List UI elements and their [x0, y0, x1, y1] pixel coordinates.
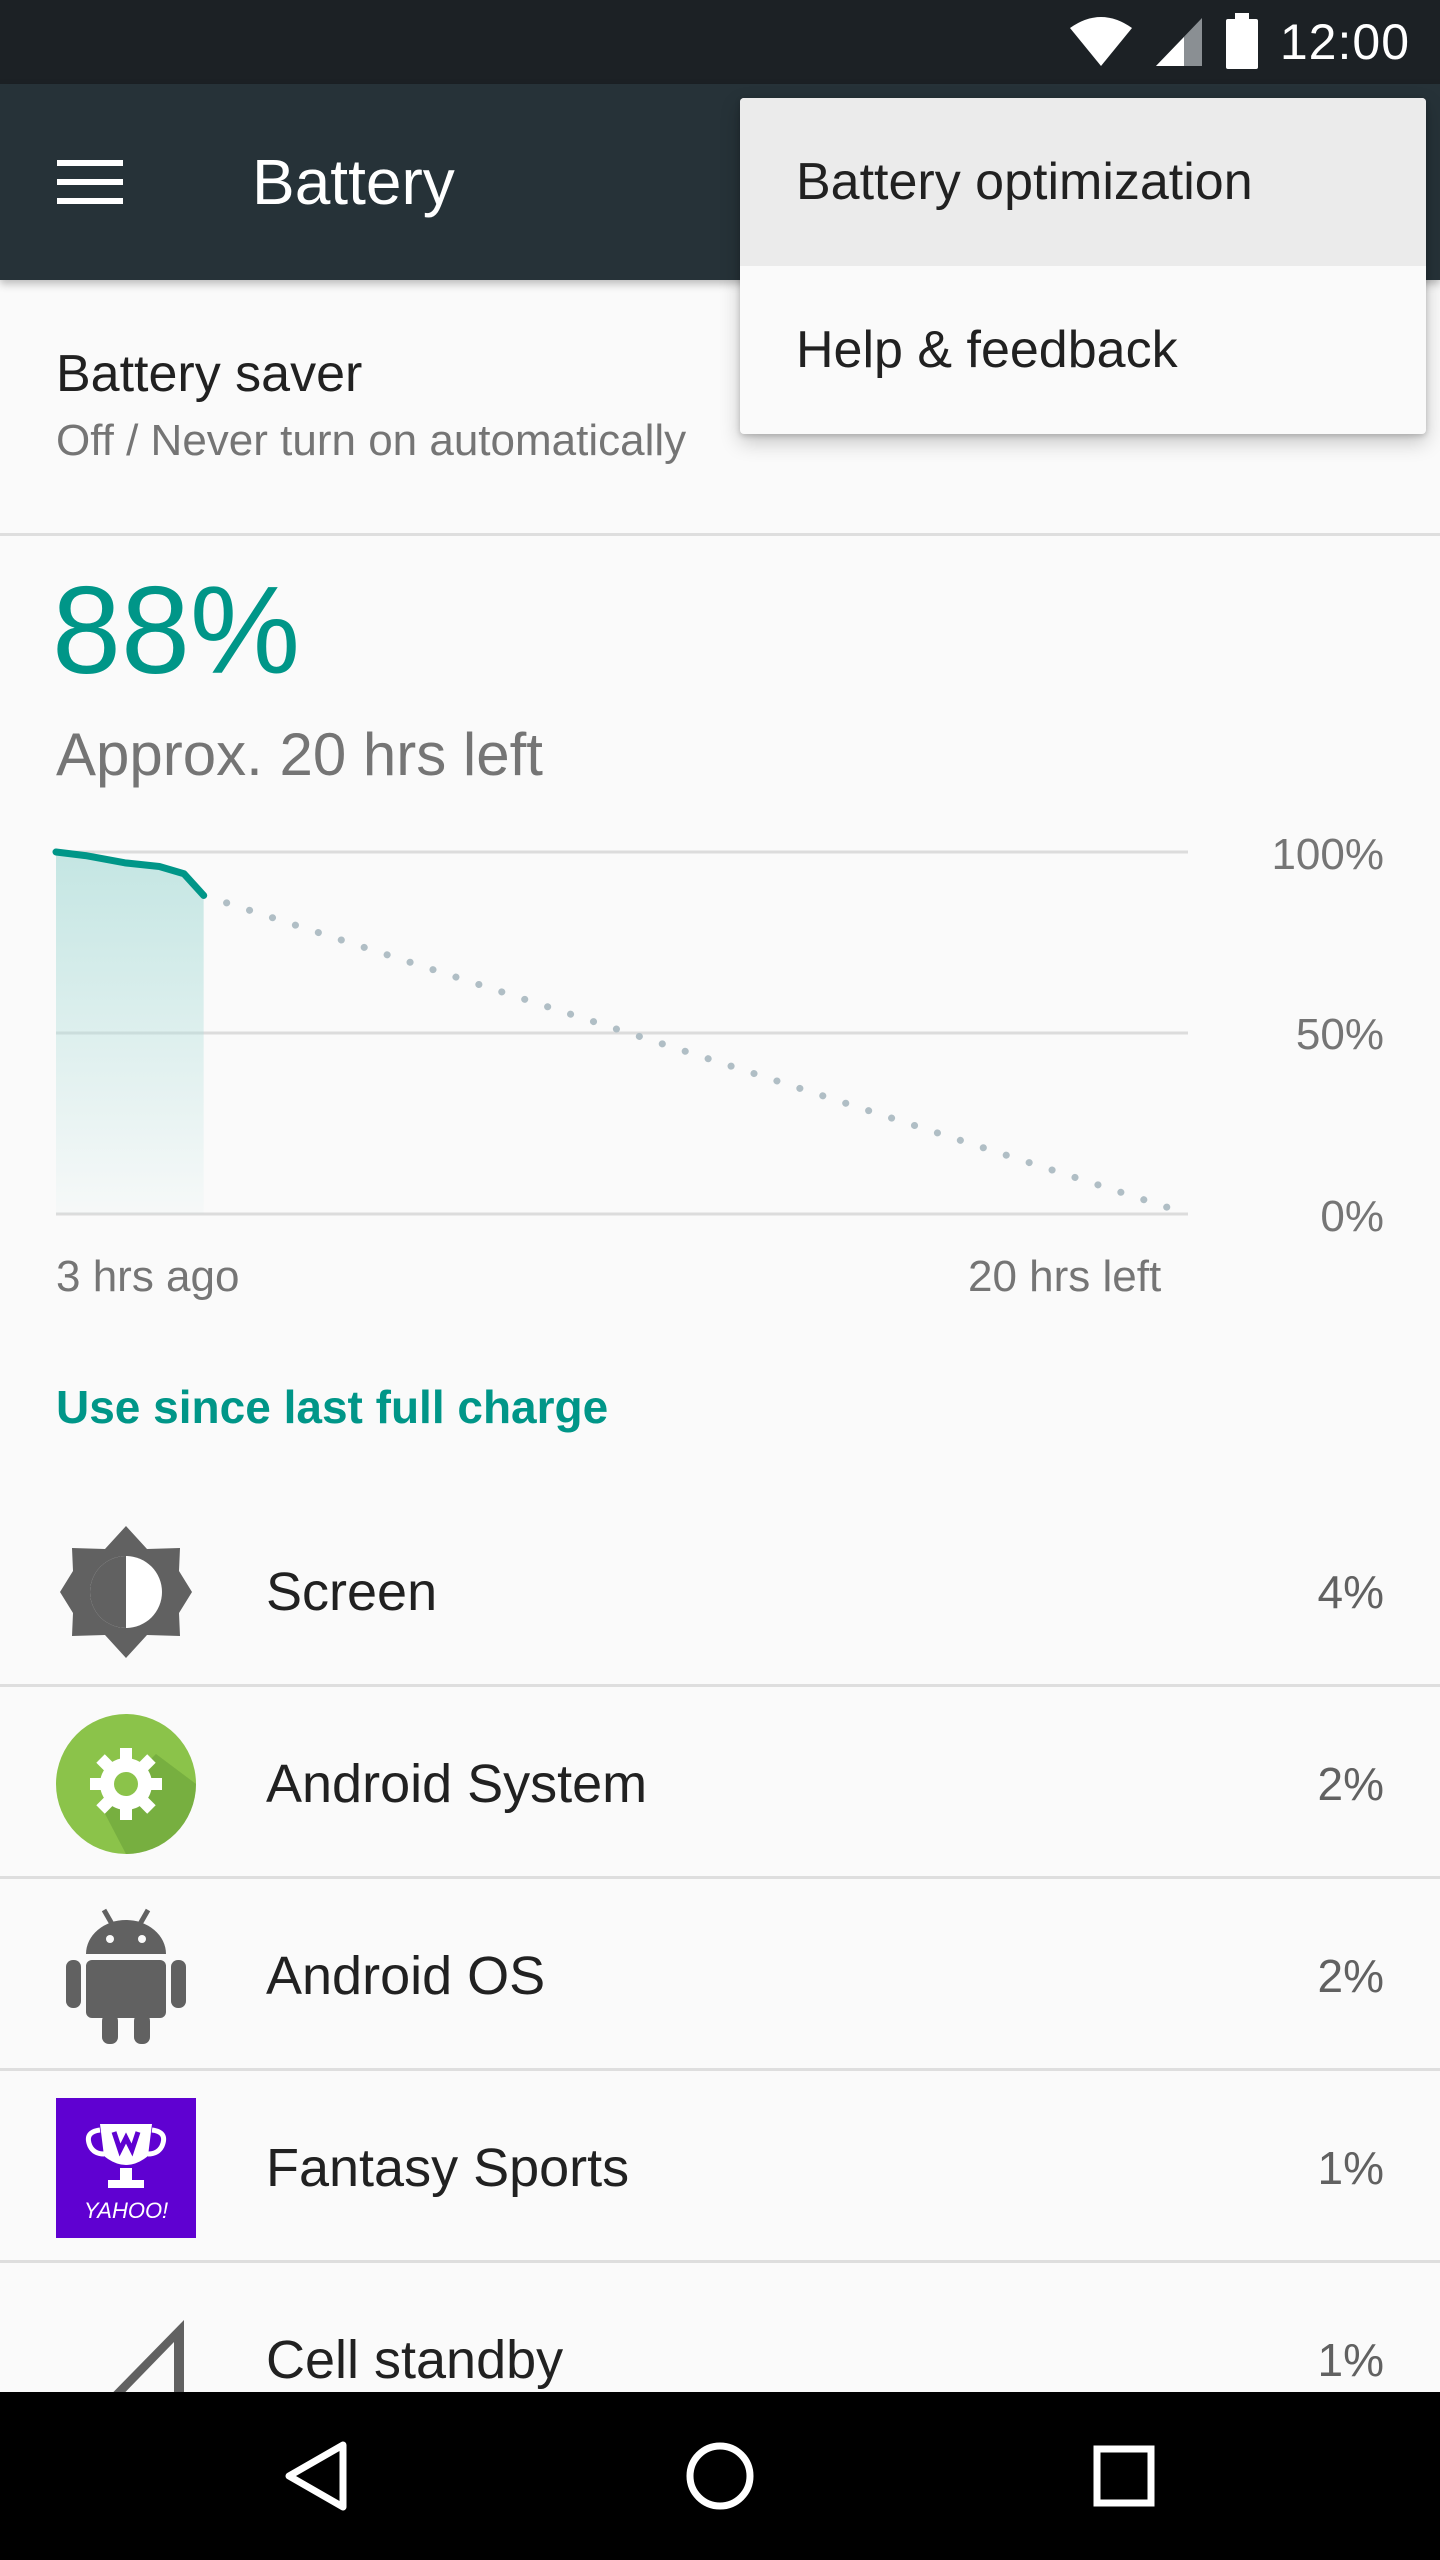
battery-time-left: Approx. 20 hrs left: [56, 721, 543, 788]
android-robot-icon: [56, 1906, 196, 2046]
recents-icon: [1093, 2445, 1155, 2507]
y-tick-label: 100%: [1271, 830, 1384, 879]
y-tick-label: 0%: [1320, 1192, 1384, 1241]
battery-history-area: [56, 852, 204, 1214]
section-header-use-since: Use since last full charge: [56, 1381, 609, 1433]
divider: [0, 533, 1440, 536]
battery-settings-screen: 12:00 Battery Battery optimization Help …: [0, 0, 1440, 2560]
overflow-menu: Battery optimization Help & feedback: [740, 98, 1426, 434]
battery-saver-subtitle: Off / Never turn on automatically: [56, 416, 687, 465]
cell-signal-icon: [1155, 18, 1202, 66]
list-item-value: 4%: [1317, 1566, 1384, 1618]
hamburger-menu-button[interactable]: [40, 132, 140, 232]
x-end-label: 20 hrs left: [968, 1252, 1162, 1301]
yahoo-fantasy-trophy-icon: YAHOO!: [56, 2098, 196, 2238]
list-item-android-os[interactable]: Android OS 2%: [0, 1880, 1440, 2072]
recents-button[interactable]: [1054, 2416, 1194, 2536]
list-item-label: Screen: [266, 1562, 438, 1622]
y-tick-label: 50%: [1295, 1010, 1384, 1059]
status-bar: 12:00: [0, 0, 1440, 84]
list-item-android-system[interactable]: Android System 2%: [0, 1688, 1440, 1880]
list-item-value: 1%: [1317, 2142, 1384, 2194]
battery-chart: 100% 50% 0% 3 hrs ago 20 hrs left: [0, 820, 1440, 1340]
divider: [0, 1684, 1440, 1687]
list-item-label: Android OS: [266, 1946, 546, 2006]
battery-icon: [1225, 13, 1258, 69]
yahoo-logo-text: YAHOO!: [84, 2198, 168, 2223]
list-item-screen[interactable]: Screen 4%: [0, 1496, 1440, 1688]
list-item-label: Android System: [266, 1754, 648, 1814]
menu-item-battery-optimization[interactable]: Battery optimization: [740, 98, 1426, 266]
list-item-fantasy-sports[interactable]: YAHOO! Fantasy Sports 1%: [0, 2072, 1440, 2264]
status-time: 12:00: [1279, 14, 1410, 70]
wifi-icon: [1069, 17, 1132, 66]
page-title: Battery: [252, 146, 455, 218]
battery-projection-line: [200, 891, 1192, 1218]
hamburger-menu-icon: [57, 160, 123, 204]
status-icons: 12:00: [1068, 0, 1410, 84]
menu-item-help-feedback[interactable]: Help & feedback: [740, 266, 1426, 434]
home-button[interactable]: [650, 2416, 790, 2536]
back-button[interactable]: [246, 2416, 386, 2536]
battery-saver-title: Battery saver: [56, 345, 363, 403]
list-item-label: Fantasy Sports: [266, 2138, 630, 2198]
divider: [0, 2260, 1440, 2263]
android-system-gear-icon: [56, 1714, 196, 1854]
battery-percent: 88%: [52, 562, 301, 700]
divider: [0, 2068, 1440, 2071]
home-icon: [686, 2442, 754, 2510]
divider: [0, 1876, 1440, 1879]
x-start-label: 3 hrs ago: [56, 1252, 240, 1301]
list-item-value: 2%: [1317, 1758, 1384, 1810]
navigation-bar: [0, 2392, 1440, 2560]
list-item-value: 2%: [1317, 1950, 1384, 2002]
back-icon: [285, 2441, 347, 2511]
brightness-icon: [56, 1522, 196, 1662]
